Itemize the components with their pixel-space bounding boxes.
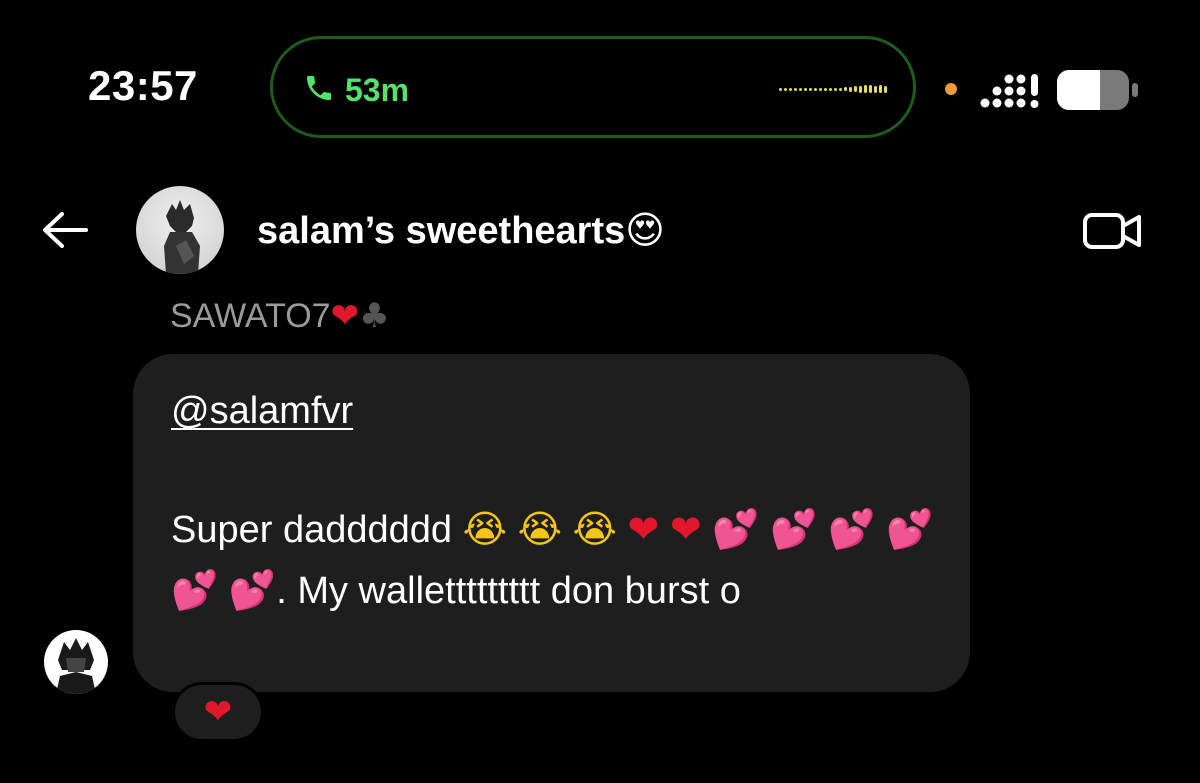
two-hearts-emoji: 💕 bbox=[885, 507, 934, 551]
anime-figure-icon bbox=[164, 200, 200, 274]
red-heart-emoji: ❤ bbox=[627, 507, 660, 551]
waveform-bar bbox=[879, 85, 882, 93]
anime-figure-icon bbox=[56, 638, 96, 694]
chat-header: salam’s sweethearts😍 bbox=[0, 180, 1200, 280]
cellular-signal-icon bbox=[980, 74, 1039, 108]
message-text-end: . My wallettttttttt don burst o bbox=[276, 570, 741, 612]
waveform-bar bbox=[849, 86, 852, 92]
message-bubble[interactable]: @salamfvr Super dadddddd 😭 😭 😭 ❤ ❤ 💕 💕 💕… bbox=[133, 354, 970, 692]
two-hearts-emoji: 💕 bbox=[770, 507, 818, 551]
waveform-bar bbox=[799, 87, 802, 91]
video-call-icon[interactable] bbox=[1082, 210, 1144, 252]
sender-name: SAWATO7❤♣ bbox=[170, 296, 390, 336]
message-text: Super dadddddd 😭 😭 😭 ❤ ❤ 💕 💕 💕 💕 💕 💕. My… bbox=[171, 499, 951, 621]
waveform-bar bbox=[814, 87, 817, 91]
red-heart-emoji: ❤ bbox=[669, 507, 702, 551]
waveform-bar bbox=[824, 87, 827, 91]
battery-icon bbox=[1057, 70, 1138, 110]
phone-icon bbox=[307, 76, 331, 100]
crying-emoji: 😭 bbox=[462, 507, 507, 551]
sender-heart-emoji: ❤ bbox=[330, 296, 360, 336]
red-heart-emoji: ❤ bbox=[203, 692, 233, 732]
reaction-pill[interactable]: ❤ bbox=[172, 682, 264, 742]
waveform-bar bbox=[839, 87, 842, 91]
recording-dot-icon bbox=[945, 83, 957, 95]
group-avatar[interactable] bbox=[136, 186, 224, 274]
waveform-bar bbox=[844, 87, 847, 91]
mention-link[interactable]: @salamfvr bbox=[171, 390, 353, 433]
active-call-pill[interactable]: 53m bbox=[270, 36, 916, 138]
waveform-bar bbox=[819, 87, 822, 91]
waveform-bar bbox=[834, 87, 837, 91]
crying-emoji: 😭 bbox=[517, 507, 562, 551]
waveform-icon bbox=[779, 83, 887, 95]
message-text-start: Super dadddddd bbox=[171, 509, 453, 551]
back-arrow-icon[interactable] bbox=[40, 210, 90, 250]
waveform-bar bbox=[859, 85, 862, 93]
status-bar: 23:57 53m bbox=[0, 0, 1200, 150]
heart-eyes-emoji: 😍 bbox=[625, 208, 665, 252]
sender-name-text: SAWATO7 bbox=[170, 297, 331, 335]
waveform-bar bbox=[864, 85, 867, 93]
waveform-bar bbox=[784, 87, 787, 91]
waveform-bar bbox=[854, 86, 857, 92]
status-time: 23:57 bbox=[88, 62, 198, 109]
chat-title-text: salam’s sweethearts bbox=[257, 210, 626, 252]
two-hearts-emoji: 💕 bbox=[228, 568, 277, 612]
waveform-bar bbox=[829, 87, 832, 91]
waveform-bar bbox=[794, 87, 797, 91]
two-hearts-emoji: 💕 bbox=[171, 568, 219, 612]
waveform-bar bbox=[779, 87, 782, 91]
waveform-bar bbox=[809, 87, 812, 91]
two-hearts-emoji: 💕 bbox=[712, 507, 760, 551]
crying-emoji: 😭 bbox=[572, 507, 617, 551]
two-hearts-emoji: 💕 bbox=[828, 507, 876, 551]
waveform-bar bbox=[874, 85, 877, 93]
call-duration: 53m bbox=[345, 72, 410, 108]
waveform-bar bbox=[789, 87, 792, 91]
sender-club-emoji: ♣ bbox=[359, 296, 390, 336]
sender-avatar[interactable] bbox=[44, 630, 108, 694]
waveform-bar bbox=[869, 85, 872, 93]
chat-title[interactable]: salam’s sweethearts😍 bbox=[257, 208, 665, 253]
waveform-bar bbox=[884, 85, 887, 93]
waveform-bar bbox=[804, 87, 807, 91]
